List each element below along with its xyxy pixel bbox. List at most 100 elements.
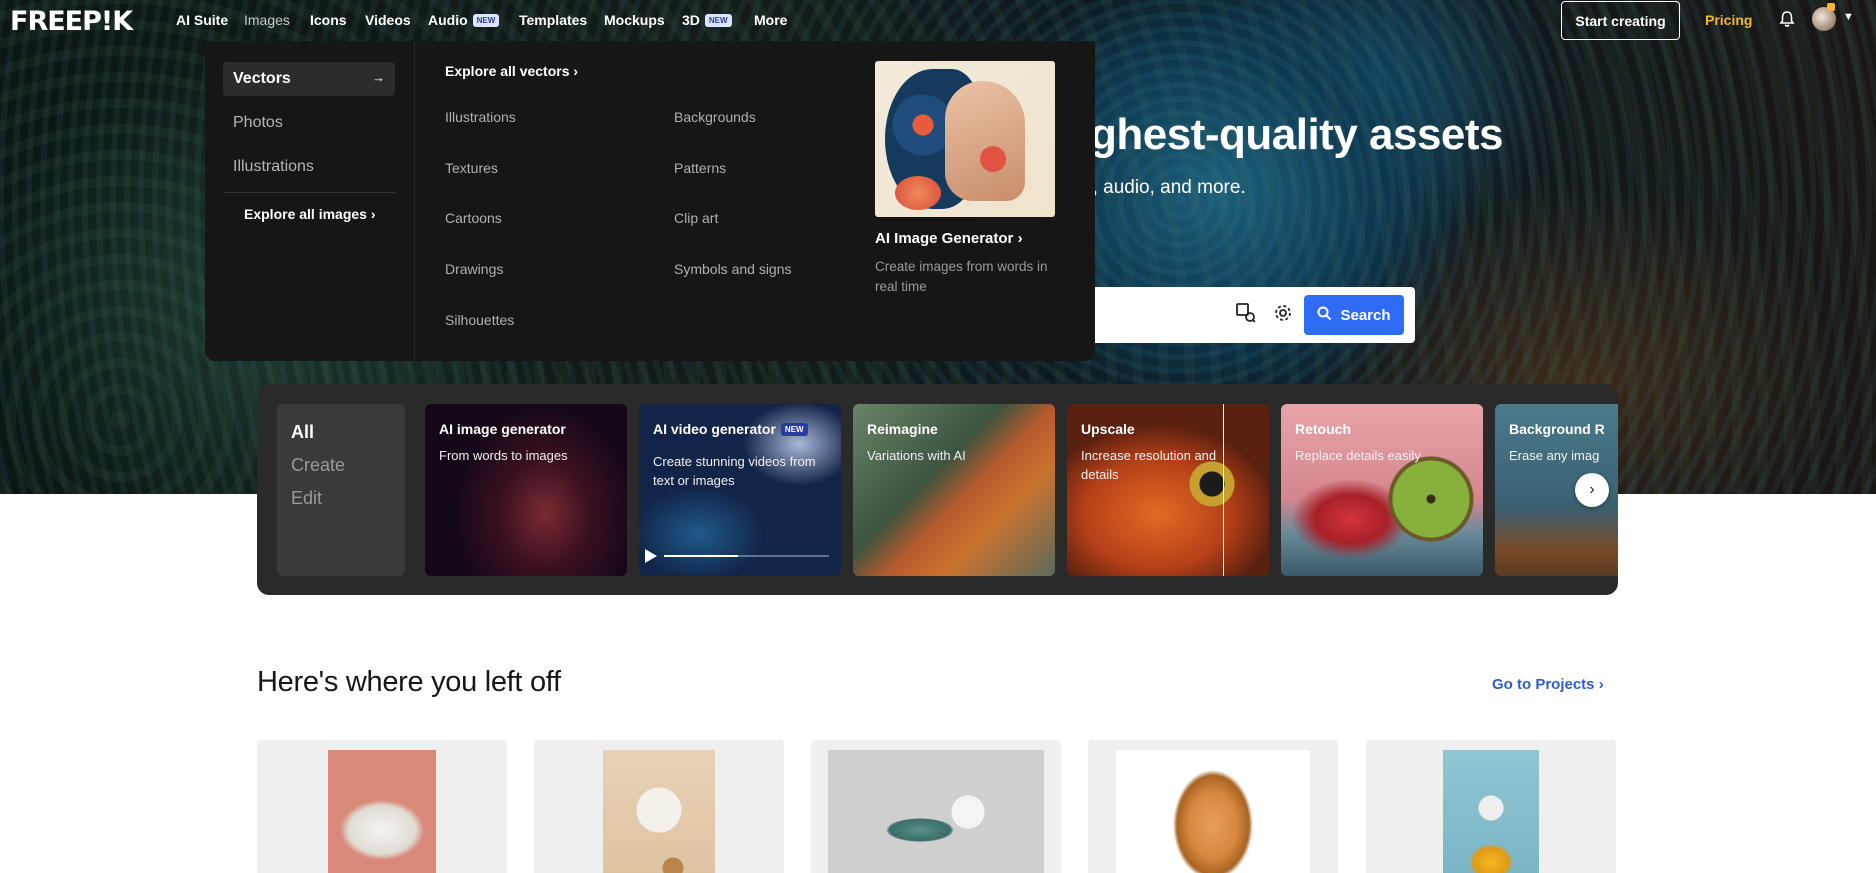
bell-icon[interactable] <box>1777 10 1797 30</box>
card-upscale[interactable]: Upscale Increase resolution and details <box>1067 404 1269 576</box>
project-thumbnail <box>828 750 1044 873</box>
link-clip-art[interactable]: Clip art <box>674 210 718 226</box>
project-thumbnail <box>1443 750 1539 873</box>
link-backgrounds[interactable]: Backgrounds <box>674 109 756 125</box>
search-bar[interactable]: Search <box>1090 287 1415 343</box>
tab-edit[interactable]: Edit <box>291 488 322 509</box>
link-symbols-and-signs[interactable]: Symbols and signs <box>674 261 792 277</box>
project-card[interactable] <box>1088 740 1338 873</box>
project-card[interactable] <box>1366 740 1616 873</box>
video-progress-track[interactable] <box>664 555 829 557</box>
chevron-right-icon: › <box>1017 230 1023 247</box>
thumbnail-art <box>980 146 1006 172</box>
logo[interactable]: FREEP!K <box>10 6 133 37</box>
card-title: Retouch <box>1295 421 1351 437</box>
card-ai-image-generator[interactable]: AI image generator From words to images <box>425 404 627 576</box>
start-creating-button[interactable]: Start creating <box>1561 1 1680 40</box>
search-icon <box>1317 306 1332 325</box>
top-nav: FREEP!K AI Suite Images Icons Videos Aud… <box>0 0 1876 41</box>
explore-all-vectors-label: Explore all vectors <box>445 63 570 79</box>
nav-icons[interactable]: Icons <box>310 12 347 28</box>
card-title: Reimagine <box>867 421 938 437</box>
new-badge: NEW <box>780 423 808 436</box>
explore-all-vectors-link[interactable]: Explore all vectors › <box>445 63 578 79</box>
hero-title: ghest-quality assets <box>1090 110 1504 159</box>
card-title: AI video generator NEW <box>653 421 808 437</box>
category-label: Vectors <box>233 70 291 87</box>
new-badge: NEW <box>704 14 732 27</box>
crown-icon <box>1827 3 1835 11</box>
card-title: AI image generator <box>439 421 566 437</box>
category-photos[interactable]: Photos <box>223 106 395 140</box>
nav-more[interactable]: More <box>754 12 787 28</box>
nav-templates[interactable]: Templates <box>519 12 587 28</box>
new-badge: NEW <box>472 14 500 27</box>
ai-image-generator-description: Create images from words in real time <box>875 259 1048 294</box>
thumbnail-art <box>895 176 941 210</box>
card-description: Variations with AI <box>867 448 966 463</box>
nav-3d-label: 3D <box>682 12 700 28</box>
explore-all-images-link[interactable]: Explore all images › <box>244 206 376 222</box>
project-thumbnail <box>603 750 715 873</box>
link-silhouettes[interactable]: Silhouettes <box>445 312 514 328</box>
thumbnail-art <box>945 81 1025 201</box>
chevron-right-icon: › <box>1589 481 1595 498</box>
link-illustrations[interactable]: Illustrations <box>445 109 516 125</box>
images-mega-menu: Vectors → Photos Illustrations Explore a… <box>205 41 1095 361</box>
link-patterns[interactable]: Patterns <box>674 160 726 176</box>
nav-videos[interactable]: Videos <box>365 12 411 28</box>
category-vectors[interactable]: Vectors → <box>223 62 395 96</box>
card-description: Erase any imag <box>1509 448 1600 463</box>
play-icon[interactable] <box>645 549 657 563</box>
project-card[interactable] <box>534 740 784 873</box>
category-illustrations[interactable]: Illustrations <box>223 150 395 184</box>
nav-ai-suite[interactable]: AI Suite <box>176 12 228 28</box>
link-drawings[interactable]: Drawings <box>445 261 503 277</box>
chevron-right-icon: › <box>1598 676 1604 693</box>
card-description: Replace details easily <box>1295 448 1421 463</box>
card-ai-video-generator[interactable]: AI video generator NEW Create stunning vi… <box>639 404 841 576</box>
image-search-icon[interactable] <box>1235 303 1257 325</box>
search-button-label: Search <box>1340 306 1391 324</box>
nav-mockups[interactable]: Mockups <box>604 12 665 28</box>
compare-divider[interactable] <box>1223 404 1224 576</box>
card-retouch[interactable]: Retouch Replace details easily <box>1281 404 1483 576</box>
go-to-projects-label: Go to Projects <box>1492 676 1595 693</box>
tab-create[interactable]: Create <box>291 455 345 476</box>
arrow-right-icon: → <box>372 70 385 85</box>
nav-3d[interactable]: 3D NEW <box>682 12 732 28</box>
card-reimagine[interactable]: Reimagine Variations with AI <box>853 404 1055 576</box>
category-list: Vectors → Photos Illustrations Explore a… <box>205 41 415 361</box>
carousel-next-button[interactable]: › <box>1575 473 1609 507</box>
link-cartoons[interactable]: Cartoons <box>445 210 502 226</box>
tools-tabs: All Create Edit <box>277 404 405 576</box>
nav-audio[interactable]: Audio NEW <box>428 12 500 28</box>
go-to-projects-link[interactable]: Go to Projects › <box>1492 676 1604 693</box>
nav-audio-label: Audio <box>428 12 468 28</box>
divider <box>223 192 395 193</box>
explore-all-images-label: Explore all images <box>244 206 367 222</box>
project-card[interactable] <box>811 740 1061 873</box>
card-title-label: AI video generator <box>653 421 776 437</box>
card-description: From words to images <box>439 448 568 463</box>
chevron-right-icon: › <box>370 206 376 222</box>
chevron-down-icon[interactable]: ▼ <box>1843 11 1854 23</box>
search-button[interactable]: Search <box>1304 295 1404 335</box>
card-title: Background R <box>1509 421 1605 437</box>
card-description: Increase resolution and details <box>1081 448 1217 482</box>
project-card[interactable] <box>257 740 507 873</box>
gear-icon[interactable] <box>1272 303 1294 325</box>
ai-image-generator-link[interactable]: AI Image Generator › <box>875 230 1023 247</box>
tab-all[interactable]: All <box>291 422 314 443</box>
left-off-title: Here's where you left off <box>257 666 561 698</box>
card-title: Upscale <box>1081 421 1135 437</box>
project-thumbnail <box>1116 750 1310 873</box>
nav-images[interactable]: Images <box>244 12 290 28</box>
chevron-right-icon: › <box>573 63 579 79</box>
pricing-link[interactable]: Pricing <box>1705 12 1752 28</box>
hero-subtitle: o, audio, and more. <box>1082 177 1246 198</box>
card-description: Create stunning videos from text or imag… <box>653 454 816 488</box>
ai-image-generator-thumbnail[interactable] <box>875 61 1055 217</box>
project-thumbnail <box>328 750 436 873</box>
link-textures[interactable]: Textures <box>445 160 498 176</box>
